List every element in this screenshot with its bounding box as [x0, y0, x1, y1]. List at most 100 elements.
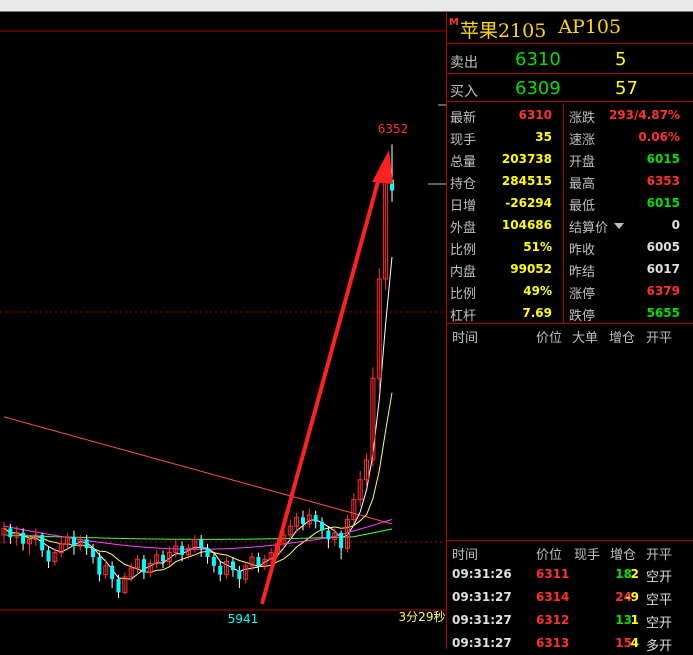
quote-value: 99052 — [510, 262, 552, 276]
tick-type: 空开 — [646, 616, 673, 631]
tick-oi: 1 — [630, 613, 639, 627]
quote-row: 日增 -26294 最低 6015 — [447, 192, 693, 214]
candle-body — [320, 521, 325, 531]
divider — [447, 323, 693, 324]
candle-body — [256, 557, 261, 566]
candle-body — [40, 534, 45, 551]
tick-type: 空平 — [646, 593, 673, 608]
quote-label: 现手 — [450, 133, 477, 148]
quote-value: 6353 — [646, 174, 680, 188]
quote-label: 外盘 — [450, 221, 477, 236]
quote-value: 6015 — [646, 196, 680, 210]
quote-label: 内盘 — [450, 265, 477, 280]
tick-time: 09:31:26 — [452, 567, 512, 581]
quote-label: 比例 — [450, 287, 477, 302]
tick-price: 6313 — [536, 636, 570, 650]
tick-time: 09:31:27 — [452, 636, 512, 650]
tick-oi: 2 — [630, 567, 639, 581]
big-order-col-time: 时间 — [452, 331, 479, 346]
divider — [447, 540, 693, 541]
big-order-col-oi: 增仓 — [609, 331, 636, 346]
candle-body — [71, 537, 76, 546]
quote-value: 104686 — [501, 218, 552, 232]
candle-body — [205, 548, 210, 558]
tick-col-qty: 现手 — [574, 548, 601, 563]
instrument-title: M 苹果2105 AP105 — [449, 16, 621, 42]
tick-row[interactable]: 09:31:27 6314 24 -9 空平 — [447, 586, 693, 609]
ma-line — [3, 392, 393, 574]
tick-price: 6314 — [536, 590, 570, 604]
candle-body — [211, 557, 216, 566]
ask-qty: 5 — [615, 49, 627, 70]
candle-body — [161, 554, 166, 562]
quote-label: 涨停 — [569, 287, 596, 302]
ask-row[interactable]: 卖出 6310 5 — [447, 46, 693, 73]
tick-header: 时间 价位 现手 增仓 开平 — [447, 542, 693, 563]
tick-row[interactable]: 09:31:27 6313 15 4 多开 — [447, 632, 693, 655]
quote-label: 昨结 — [569, 265, 596, 280]
quote-label: 杠杆 — [450, 309, 477, 324]
triangle-down-icon[interactable] — [614, 223, 624, 229]
candle-body — [230, 561, 235, 571]
quote-value: 7.69 — [522, 306, 552, 320]
candle-body — [199, 539, 204, 549]
quote-value: 6310 — [518, 108, 552, 122]
quote-label: 日增 — [450, 199, 477, 214]
divider — [447, 101, 693, 102]
window-title-bar — [0, 0, 693, 11]
tick-row[interactable]: 09:31:27 6312 13 1 空开 — [447, 609, 693, 632]
quote-row: 持仓 284515 最高 6353 — [447, 170, 693, 192]
quote-row: 现手 35 速涨 0.06% — [447, 126, 693, 148]
candlestick-chart[interactable]: 6352 5941 3分29秒 — [0, 12, 446, 649]
quote-value: 0 — [671, 218, 680, 232]
quote-label: 开盘 — [569, 155, 596, 170]
quote-value: 35 — [535, 130, 552, 144]
quote-row: 最新 6310 涨跌 293/4.87% — [447, 104, 693, 126]
candle-body — [46, 550, 51, 562]
quote-value: 51% — [523, 240, 552, 254]
tick-oi: -9 — [625, 590, 639, 604]
candle-body — [141, 559, 146, 573]
tick-price: 6312 — [536, 613, 570, 627]
tick-col-type: 开平 — [646, 548, 673, 563]
quote-label[interactable]: 结算价 — [569, 217, 608, 236]
quote-column-divider — [563, 103, 564, 323]
divider — [447, 73, 693, 74]
quote-row: 杠杆 7.69 跌停 5655 — [447, 302, 693, 324]
bid-qty: 57 — [615, 78, 638, 99]
quote-value: 49% — [523, 284, 552, 298]
quote-value: 6005 — [646, 240, 680, 254]
quote-value: 6379 — [646, 284, 680, 298]
quote-label: 涨跌 — [569, 111, 596, 126]
quote-label: 比例 — [450, 243, 477, 258]
bid-row[interactable]: 买入 6309 57 — [447, 75, 693, 102]
tick-col-time: 时间 — [452, 548, 479, 563]
tick-time: 09:31:27 — [452, 613, 512, 627]
quote-label: 持仓 — [450, 177, 477, 192]
ask-price: 6310 — [515, 49, 561, 70]
candle-body — [84, 539, 89, 549]
candle-body — [91, 548, 96, 558]
tick-col-price: 价位 — [536, 548, 563, 563]
candle-body — [97, 557, 102, 575]
candle-body — [180, 546, 185, 555]
tick-col-oi: 增仓 — [610, 548, 637, 563]
quote-label: 最低 — [569, 199, 596, 214]
big-order-col-size: 大单 — [572, 331, 599, 346]
bar-countdown-label: 3分29秒 — [399, 610, 446, 624]
quote-value: 6015 — [646, 152, 680, 166]
instrument-code: AP105 — [558, 16, 622, 38]
tick-time: 09:31:27 — [452, 590, 512, 604]
market-badge: M — [449, 17, 459, 28]
quote-label: 最高 — [569, 177, 596, 192]
ma-line — [3, 519, 393, 550]
ma-line — [3, 416, 393, 525]
tick-row[interactable]: 09:31:26 6311 18 2 空开 — [447, 563, 693, 586]
big-order-col-price: 价位 — [536, 331, 563, 346]
annotation-arrow-head — [372, 150, 393, 184]
candle-body — [218, 565, 223, 575]
candle-body — [300, 517, 305, 524]
candle-body — [237, 570, 242, 580]
big-order-col-type: 开平 — [646, 331, 673, 346]
candle-body — [21, 532, 26, 544]
